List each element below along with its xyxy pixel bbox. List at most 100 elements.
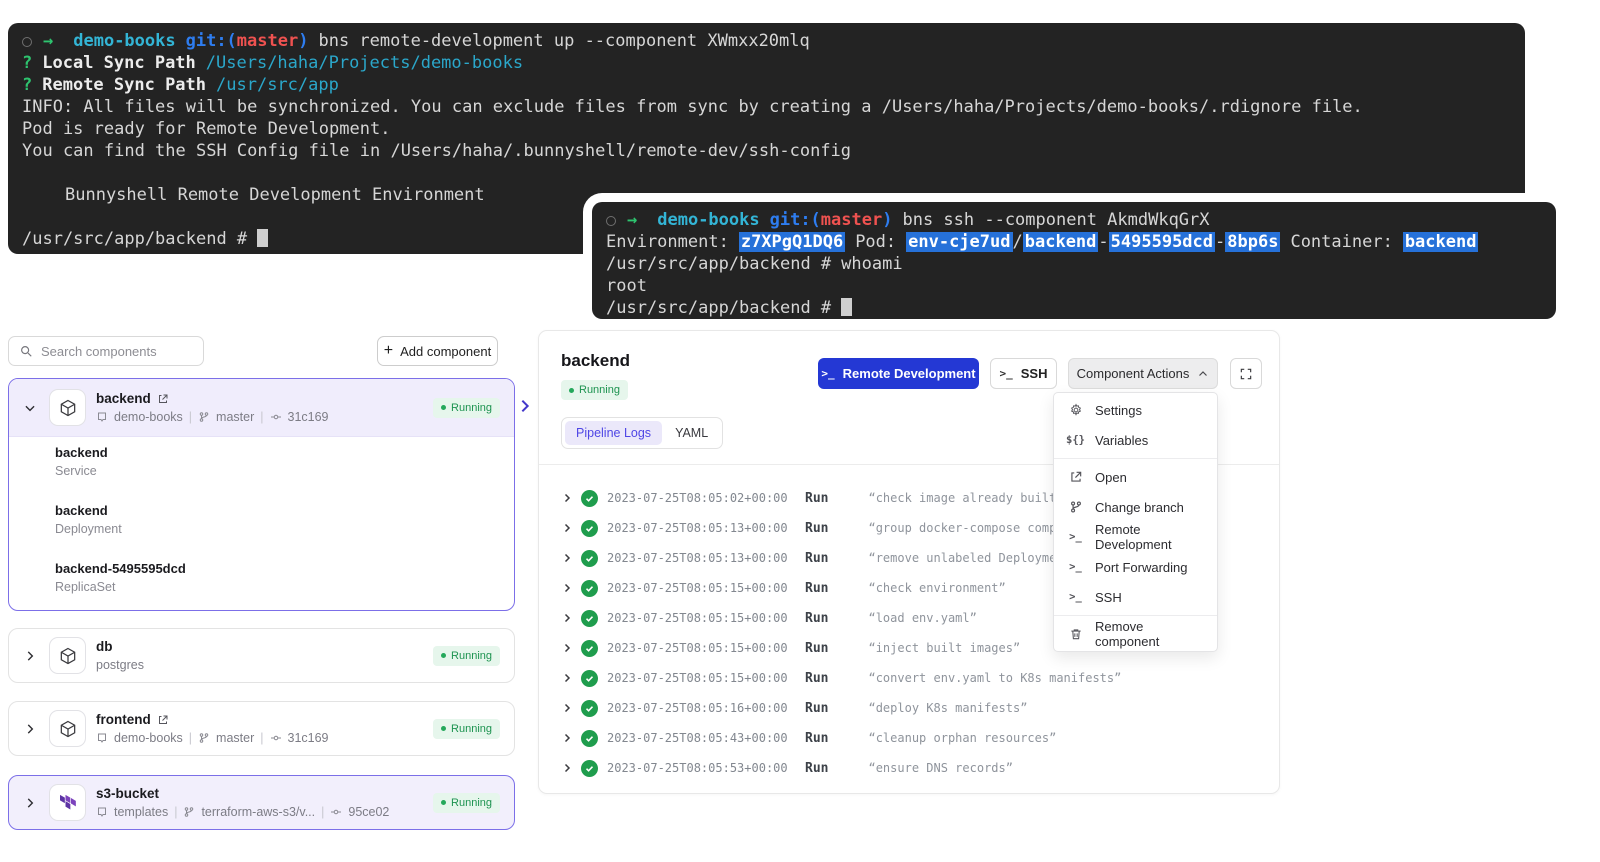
- terminal-window-ssh: → demo-books git:(master) bns ssh --compone…: [592, 202, 1556, 319]
- terminal-circle-icon: [22, 37, 32, 47]
- chevron-right-icon[interactable]: [561, 582, 573, 594]
- pod-name: backend: [1023, 232, 1099, 252]
- detail-tabs: Pipeline Logs YAML: [561, 417, 723, 449]
- menu-divider: [1054, 615, 1217, 616]
- terminal2-command: bns ssh --component AkmdWkqGrX: [902, 210, 1209, 230]
- external-link-icon[interactable]: [157, 393, 169, 405]
- fullscreen-button[interactable]: [1230, 358, 1262, 389]
- component-cube-icon: [49, 389, 86, 426]
- status-badge: Running: [433, 646, 500, 666]
- tab-pipeline-logs[interactable]: Pipeline Logs: [565, 421, 662, 445]
- success-check-icon: [581, 700, 598, 717]
- git-branch-icon: [1068, 500, 1083, 514]
- shell-prompt-text: /usr/src/app/backend #: [606, 298, 831, 318]
- resource-item-replicaset[interactable]: backend-5495595dcd ReplicaSet: [55, 561, 186, 594]
- external-link-icon[interactable]: [157, 714, 169, 726]
- environment-label: Environment:: [606, 232, 729, 252]
- chevron-right-icon[interactable]: [23, 796, 37, 810]
- chevron-right-icon[interactable]: [561, 522, 573, 534]
- ssh-button[interactable]: >_ SSH: [990, 358, 1057, 389]
- git-branch-icon: [198, 732, 210, 744]
- tab-yaml[interactable]: YAML: [664, 421, 719, 445]
- remote-development-button[interactable]: >_ Remote Development: [818, 358, 979, 389]
- success-check-icon: [581, 760, 598, 777]
- terminal1-info-line: INFO: All files will be synchronized. Yo…: [22, 96, 1513, 118]
- open-details-chevron-icon[interactable]: [517, 398, 533, 414]
- menu-item-remote-development[interactable]: >_ Remote Development: [1054, 522, 1217, 552]
- prompt-git-close: ): [882, 210, 892, 230]
- menu-item-settings[interactable]: Settings: [1054, 395, 1217, 425]
- environment-id: z7XPgQ1DQ6: [739, 232, 845, 252]
- component-card-db[interactable]: db postgres Running: [8, 628, 515, 683]
- component-repo: demo-books: [114, 410, 183, 424]
- menu-item-ssh[interactable]: >_ SSH: [1054, 582, 1217, 612]
- menu-item-port-forwarding[interactable]: >_ Port Forwarding: [1054, 552, 1217, 582]
- component-actions-button[interactable]: Component Actions: [1068, 358, 1218, 389]
- terminal1-local-sync-line: ?Local Sync Path/Users/haha/Projects/dem…: [22, 52, 1513, 74]
- terminal2-whoami-line: /usr/src/app/backend #whoami: [606, 253, 1544, 275]
- repository-icon: [96, 806, 108, 818]
- trash-icon: [1068, 627, 1083, 641]
- menu-item-open[interactable]: Open: [1054, 462, 1217, 492]
- prompt-arrow: →: [627, 210, 637, 230]
- terminal2-shell-prompt[interactable]: /usr/src/app/backend #: [606, 297, 1544, 319]
- git-branch-icon: [183, 806, 195, 818]
- prompt-repo: demo-books: [657, 210, 759, 230]
- status-badge: Running: [433, 719, 500, 739]
- component-card-s3-bucket[interactable]: s3-bucket templates | terraform-aws-s3/v…: [8, 775, 515, 830]
- log-row[interactable]: 2023-07-25T08:05:15+00:00Run“convert env…: [539, 663, 1279, 693]
- resource-item-service[interactable]: backend Service: [55, 445, 108, 478]
- status-badge: Running: [433, 793, 500, 813]
- prompt-arrow: →: [43, 31, 53, 51]
- menu-item-change-branch[interactable]: Change branch: [1054, 492, 1217, 522]
- prompt-repo: demo-books: [73, 31, 175, 51]
- component-card-frontend[interactable]: frontend demo-books | master | 31c169 Ru…: [8, 701, 515, 756]
- chevron-right-icon[interactable]: [561, 552, 573, 564]
- search-input[interactable]: [41, 344, 193, 359]
- component-actions-menu: Settings ${} Variables Open Change branc…: [1053, 392, 1218, 652]
- chevron-right-icon[interactable]: [561, 672, 573, 684]
- terraform-icon: [49, 784, 86, 821]
- component-cube-icon: [49, 710, 86, 747]
- fullscreen-icon: [1239, 367, 1253, 381]
- repository-icon: [96, 411, 108, 423]
- prompt-branch: master: [821, 210, 882, 230]
- chevron-right-icon[interactable]: [561, 702, 573, 714]
- chevron-right-icon[interactable]: [23, 649, 37, 663]
- terminal1-ready-line: Pod is ready for Remote Development.: [22, 118, 1513, 140]
- terminal-cursor: [841, 298, 852, 316]
- terminal1-ssh-config-line: You can find the SSH Config file in /Use…: [22, 140, 1513, 162]
- container-name: backend: [1403, 232, 1479, 252]
- log-row[interactable]: 2023-07-25T08:05:16+00:00Run“deploy K8s …: [539, 693, 1279, 723]
- prompt-git-open: git:(: [770, 210, 821, 230]
- terminal2-environment-line: Environment:z7XPgQ1DQ6Pod:env-cje7ud/bac…: [606, 231, 1544, 253]
- chevron-right-icon[interactable]: [561, 762, 573, 774]
- log-row[interactable]: 2023-07-25T08:05:43+00:00Run“cleanup orp…: [539, 723, 1279, 753]
- resource-item-deployment[interactable]: backend Deployment: [55, 503, 122, 536]
- terminal2-prompt-line: → demo-books git:(master) bns ssh --compone…: [606, 209, 1544, 231]
- chevron-right-icon[interactable]: [561, 732, 573, 744]
- log-row[interactable]: 2023-07-25T08:05:53+00:00Run“ensure DNS …: [539, 753, 1279, 783]
- success-check-icon: [581, 580, 598, 597]
- chevron-right-icon[interactable]: [23, 722, 37, 736]
- chevron-down-icon[interactable]: [23, 401, 37, 415]
- component-card-backend[interactable]: backend demo-books | master | 31c169 Run…: [8, 378, 515, 611]
- component-name: backend: [96, 391, 151, 406]
- add-component-label: Add component: [400, 344, 491, 359]
- chevron-right-icon[interactable]: [561, 492, 573, 504]
- component-name: s3-bucket: [96, 786, 159, 801]
- component-commit: 31c169: [288, 410, 329, 424]
- component-card-backend-header[interactable]: backend demo-books | master | 31c169 Run…: [9, 379, 514, 437]
- variables-icon: ${}: [1068, 434, 1083, 446]
- chevron-right-icon[interactable]: [561, 612, 573, 624]
- chevron-right-icon[interactable]: [561, 642, 573, 654]
- page-title: backend: [561, 351, 630, 371]
- pod-hash: 5495595dcd: [1109, 232, 1215, 252]
- search-components-box[interactable]: [8, 336, 204, 366]
- component-name: frontend: [96, 712, 151, 727]
- local-sync-value: /Users/haha/Projects/demo-books: [206, 53, 523, 73]
- add-component-button[interactable]: + Add component: [377, 336, 498, 366]
- status-badge: Running: [561, 380, 628, 400]
- menu-item-remove-component[interactable]: Remove component: [1054, 619, 1217, 649]
- menu-item-variables[interactable]: ${} Variables: [1054, 425, 1217, 455]
